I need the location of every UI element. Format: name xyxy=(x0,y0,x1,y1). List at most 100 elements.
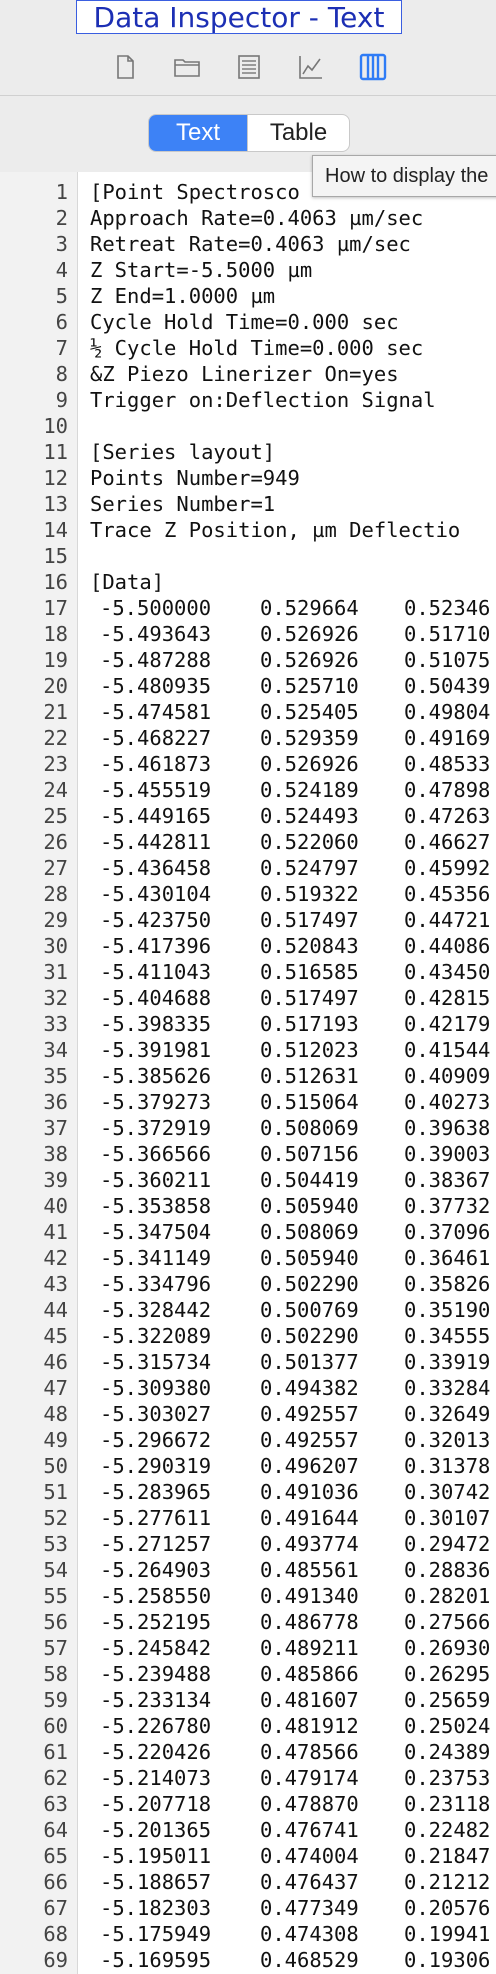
text-line: 12 Points Number=949 xyxy=(0,465,496,491)
text-line: 41 -5.347504 0.508069 0.37096 xyxy=(0,1219,496,1245)
data-cell: 0.505940 xyxy=(260,1194,359,1218)
text-line: 66 -5.188657 0.476437 0.21212 xyxy=(0,1869,496,1895)
data-cell: 0.35190 xyxy=(404,1298,491,1322)
line-text: Trigger on:Deflection Signal xyxy=(90,388,436,412)
line-number: 35 xyxy=(43,1064,68,1088)
data-cell: -5.379273 xyxy=(100,1090,212,1114)
line-number: 63 xyxy=(43,1792,68,1816)
data-cell: -5.366566 xyxy=(100,1142,212,1166)
tooltip: How to display the xyxy=(312,155,496,197)
data-cell: -5.391981 xyxy=(100,1038,212,1062)
text-line: 28 -5.430104 0.519322 0.45356 xyxy=(0,881,496,907)
line-number: 47 xyxy=(43,1376,68,1400)
text-line: 2 Approach Rate=0.4063 µm/sec xyxy=(0,205,496,231)
data-cell: 0.468529 xyxy=(260,1948,359,1972)
data-cell: 0.491644 xyxy=(260,1506,359,1530)
text-line: 53 -5.271257 0.493774 0.29472 xyxy=(0,1531,496,1557)
data-cell: 0.22482 xyxy=(404,1818,491,1842)
data-cell: 0.508069 xyxy=(260,1116,359,1140)
table-tab[interactable]: Table xyxy=(247,115,349,151)
data-cell: 0.33284 xyxy=(404,1376,491,1400)
data-cell: 0.31378 xyxy=(404,1454,491,1478)
text-line: 65 -5.195011 0.474004 0.21847 xyxy=(0,1843,496,1869)
line-number: 42 xyxy=(43,1246,68,1270)
line-number: 2 xyxy=(55,206,68,230)
data-cell: 0.478870 xyxy=(260,1792,359,1816)
data-cell: 0.476437 xyxy=(260,1870,359,1894)
text-line: 19 -5.487288 0.526926 0.51075 xyxy=(0,647,496,673)
data-cell: -5.315734 xyxy=(100,1350,212,1374)
data-cell: -5.404688 xyxy=(100,986,212,1010)
line-number: 49 xyxy=(43,1428,68,1452)
data-cell: 0.32013 xyxy=(404,1428,491,1452)
line-number: 31 xyxy=(43,960,68,984)
data-cell: 0.500769 xyxy=(260,1298,359,1322)
columns-icon[interactable] xyxy=(358,52,388,82)
line-number: 64 xyxy=(43,1818,68,1842)
data-cell: -5.334796 xyxy=(100,1272,212,1296)
text-line: 6 Cycle Hold Time=0.000 sec xyxy=(0,309,496,335)
text-line: 54 -5.264903 0.485561 0.28836 xyxy=(0,1557,496,1583)
data-cell: 0.34555 xyxy=(404,1324,491,1348)
data-cell: 0.47898 xyxy=(404,778,491,802)
text-line: 24 -5.455519 0.524189 0.47898 xyxy=(0,777,496,803)
line-number: 44 xyxy=(43,1298,68,1322)
line-number: 26 xyxy=(43,830,68,854)
text-line: 10 xyxy=(0,413,496,439)
data-cell: -5.360211 xyxy=(100,1168,212,1192)
text-line: 23 -5.461873 0.526926 0.48533 xyxy=(0,751,496,777)
data-cell: 0.23753 xyxy=(404,1766,491,1790)
line-number: 62 xyxy=(43,1766,68,1790)
line-number: 22 xyxy=(43,726,68,750)
data-cell: 0.20576 xyxy=(404,1896,491,1920)
data-cell: -5.195011 xyxy=(100,1844,212,1868)
data-cell: 0.43450 xyxy=(404,960,491,984)
text-line: 48 -5.303027 0.492557 0.32649 xyxy=(0,1401,496,1427)
data-cell: -5.328442 xyxy=(100,1298,212,1322)
data-cell: -5.296672 xyxy=(100,1428,212,1452)
text-line: 39 -5.360211 0.504419 0.38367 xyxy=(0,1167,496,1193)
text-line: 56 -5.252195 0.486778 0.27566 xyxy=(0,1609,496,1635)
line-text: Z End=1.0000 µm xyxy=(90,284,276,308)
data-cell: -5.417396 xyxy=(100,934,212,958)
data-cell: 0.37732 xyxy=(404,1194,491,1218)
data-cell: 0.33919 xyxy=(404,1350,491,1374)
line-number: 10 xyxy=(43,414,68,438)
data-cell: 0.51710 xyxy=(404,622,491,646)
data-cell: 0.491340 xyxy=(260,1584,359,1608)
data-cell: -5.480935 xyxy=(100,674,212,698)
data-cell: 0.474308 xyxy=(260,1922,359,1946)
data-cell: -5.175949 xyxy=(100,1922,212,1946)
data-cell: 0.485866 xyxy=(260,1662,359,1686)
data-cell: 0.526926 xyxy=(260,622,359,646)
data-cell: 0.504419 xyxy=(260,1168,359,1192)
data-cell: 0.37096 xyxy=(404,1220,491,1244)
line-number: 50 xyxy=(43,1454,68,1478)
text-line: 26 -5.442811 0.522060 0.46627 xyxy=(0,829,496,855)
text-line: 57 -5.245842 0.489211 0.26930 xyxy=(0,1635,496,1661)
line-text: Approach Rate=0.4063 µm/sec xyxy=(90,206,424,230)
line-number: 33 xyxy=(43,1012,68,1036)
line-number: 6 xyxy=(55,310,68,334)
list-icon[interactable] xyxy=(234,52,264,82)
data-cell: 0.491036 xyxy=(260,1480,359,1504)
text-line: 8 &Z Piezo Linerizer On=yes xyxy=(0,361,496,387)
data-cell: 0.479174 xyxy=(260,1766,359,1790)
text-tab[interactable]: Text xyxy=(149,115,247,151)
data-cell: -5.461873 xyxy=(100,752,212,776)
data-cell: 0.26930 xyxy=(404,1636,491,1660)
data-cell: -5.271257 xyxy=(100,1532,212,1556)
data-cell: 0.35826 xyxy=(404,1272,491,1296)
folder-icon[interactable] xyxy=(172,52,202,82)
text-line: 46 -5.315734 0.501377 0.33919 xyxy=(0,1349,496,1375)
data-cell: -5.423750 xyxy=(100,908,212,932)
line-number: 19 xyxy=(43,648,68,672)
data-cell: -5.214073 xyxy=(100,1766,212,1790)
text-editor[interactable]: 1 [Point Spectrosco 2 Approach Rate=0.4063 … xyxy=(0,172,496,1974)
document-icon[interactable] xyxy=(110,52,140,82)
text-line: 59 -5.233134 0.481607 0.25659 xyxy=(0,1687,496,1713)
line-number: 37 xyxy=(43,1116,68,1140)
data-cell: -5.430104 xyxy=(100,882,212,906)
chart-icon[interactable] xyxy=(296,52,326,82)
line-number: 45 xyxy=(43,1324,68,1348)
